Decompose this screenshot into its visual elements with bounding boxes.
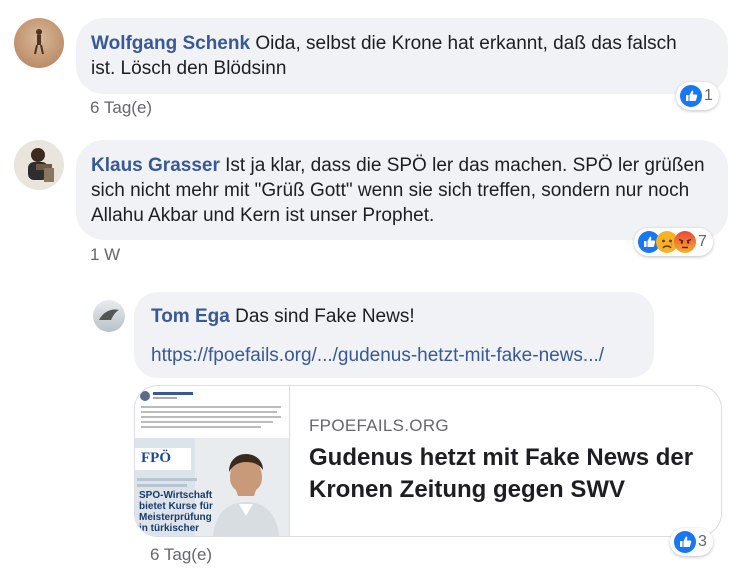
avatar-wolfgang-schenk[interactable]: [14, 18, 64, 68]
link-preview-card[interactable]: FPÖ SPÖ-Wirtschaft bietet Kurse für Meis…: [134, 385, 722, 537]
reaction-count: 7: [698, 233, 707, 250]
reaction-count: 3: [698, 533, 707, 550]
person-photo-icon: [28, 148, 54, 182]
comment-bubble-2: Klaus Grasser Ist ja klar, dass die SPÖ …: [76, 140, 728, 240]
angry-icon: [674, 231, 696, 253]
reactions-summary-2[interactable]: 7: [634, 228, 713, 256]
comment-timestamp[interactable]: 1 W: [90, 245, 120, 265]
reply-link[interactable]: https://fpoefails.org/.../gudenus-hetzt-…: [151, 343, 651, 368]
like-icon: [680, 85, 702, 107]
reply-timestamp[interactable]: 6 Tag(e): [150, 545, 212, 565]
comment-author[interactable]: Klaus Grasser: [91, 155, 220, 176]
link-domain: FPOEFAILS.ORG: [309, 416, 449, 435]
like-icon: [674, 531, 696, 553]
reaction-count: 1: [704, 87, 713, 104]
comment-author[interactable]: Wolfgang Schenk: [91, 33, 250, 54]
bird-photo-icon: [99, 309, 119, 320]
thumbnail-overlay-text: SPÖ-Wirtschaft bietet Kurse für Meisterp…: [139, 490, 213, 534]
comment-bubble-1: Wolfgang Schenk Oida, selbst die Krone h…: [76, 18, 728, 94]
reply-text: Das sind Fake News!: [235, 306, 415, 327]
avatar-tom-ega[interactable]: [93, 300, 125, 332]
reactions-summary-3[interactable]: 3: [670, 528, 713, 556]
reply-bubble: Tom Ega Das sind Fake News! https://fpoe…: [134, 292, 654, 378]
person-silhouette-icon: [34, 29, 44, 55]
link-thumbnail: FPÖ SPÖ-Wirtschaft bietet Kurse für Meis…: [135, 386, 290, 536]
comment-timestamp[interactable]: 6 Tag(e): [90, 98, 152, 118]
avatar-klaus-grasser[interactable]: [14, 140, 64, 190]
link-title[interactable]: Gudenus hetzt mit Fake News der Kronen Z…: [309, 442, 709, 506]
thumbnail-logo: FPÖ: [141, 450, 171, 466]
reactions-summary-1[interactable]: 1: [676, 82, 719, 110]
reply-author[interactable]: Tom Ega: [151, 306, 230, 327]
